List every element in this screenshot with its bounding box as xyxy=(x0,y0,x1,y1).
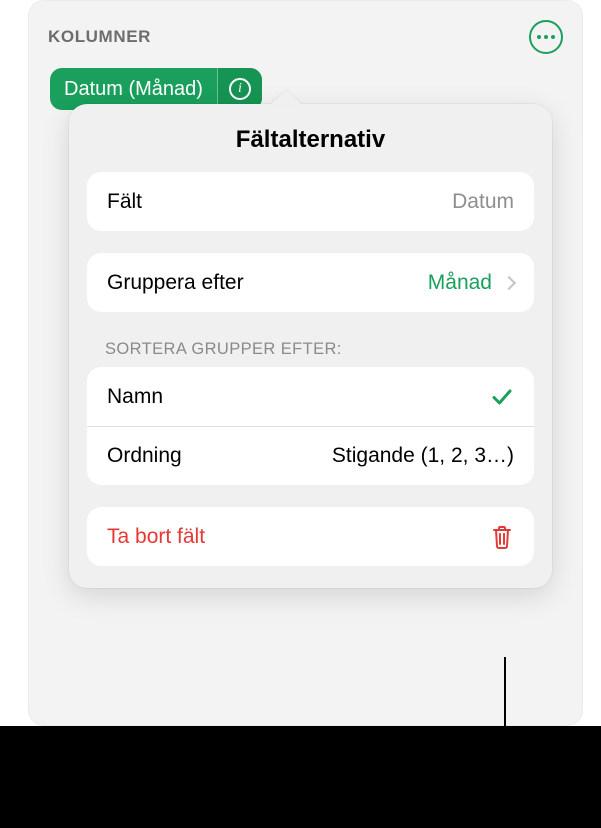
callout-line xyxy=(504,657,506,828)
order-row[interactable]: Ordning Stigande (1, 2, 3…) xyxy=(87,426,534,485)
field-pill-label: Datum (Månad) xyxy=(50,78,217,101)
order-value: Stigande (1, 2, 3…) xyxy=(332,444,514,468)
fields-panel: KOLUMNER Datum (Månad) i Fältalternativ … xyxy=(28,0,583,726)
order-label: Ordning xyxy=(107,444,182,468)
chevron-right-icon xyxy=(502,275,516,289)
popover-arrow xyxy=(270,90,302,105)
group-by-row[interactable]: Gruppera efter Månad xyxy=(87,253,534,312)
group-by-label: Gruppera efter xyxy=(107,271,244,295)
sort-by-row[interactable]: Namn xyxy=(87,367,534,426)
sort-section-label: SORTERA GRUPPER EFTER: xyxy=(69,340,552,367)
checkmark-icon xyxy=(490,385,514,409)
sort-group: Namn Ordning Stigande (1, 2, 3…) xyxy=(87,367,534,485)
group-by-value: Månad xyxy=(428,271,492,295)
delete-field-row[interactable]: Ta bort fält xyxy=(87,507,534,566)
field-options-popover: Fältalternativ Fält Datum Gruppera efter… xyxy=(69,104,552,588)
delete-field-label: Ta bort fält xyxy=(107,525,205,549)
field-group: Fält Datum xyxy=(87,172,534,231)
sort-by-label: Namn xyxy=(107,385,163,409)
delete-group: Ta bort fält xyxy=(87,507,534,566)
more-button[interactable] xyxy=(529,20,563,54)
group-by-group: Gruppera efter Månad xyxy=(87,253,534,312)
info-icon: i xyxy=(229,78,251,100)
popover-title: Fältalternativ xyxy=(69,104,552,172)
panel-header: KOLUMNER xyxy=(28,0,583,68)
ellipsis-icon xyxy=(537,35,555,39)
panel-title: KOLUMNER xyxy=(48,27,151,47)
trash-icon xyxy=(490,524,514,550)
field-row: Fält Datum xyxy=(87,172,534,231)
field-value: Datum xyxy=(452,190,514,214)
field-label: Fält xyxy=(107,190,142,214)
bottom-bar xyxy=(0,726,601,828)
